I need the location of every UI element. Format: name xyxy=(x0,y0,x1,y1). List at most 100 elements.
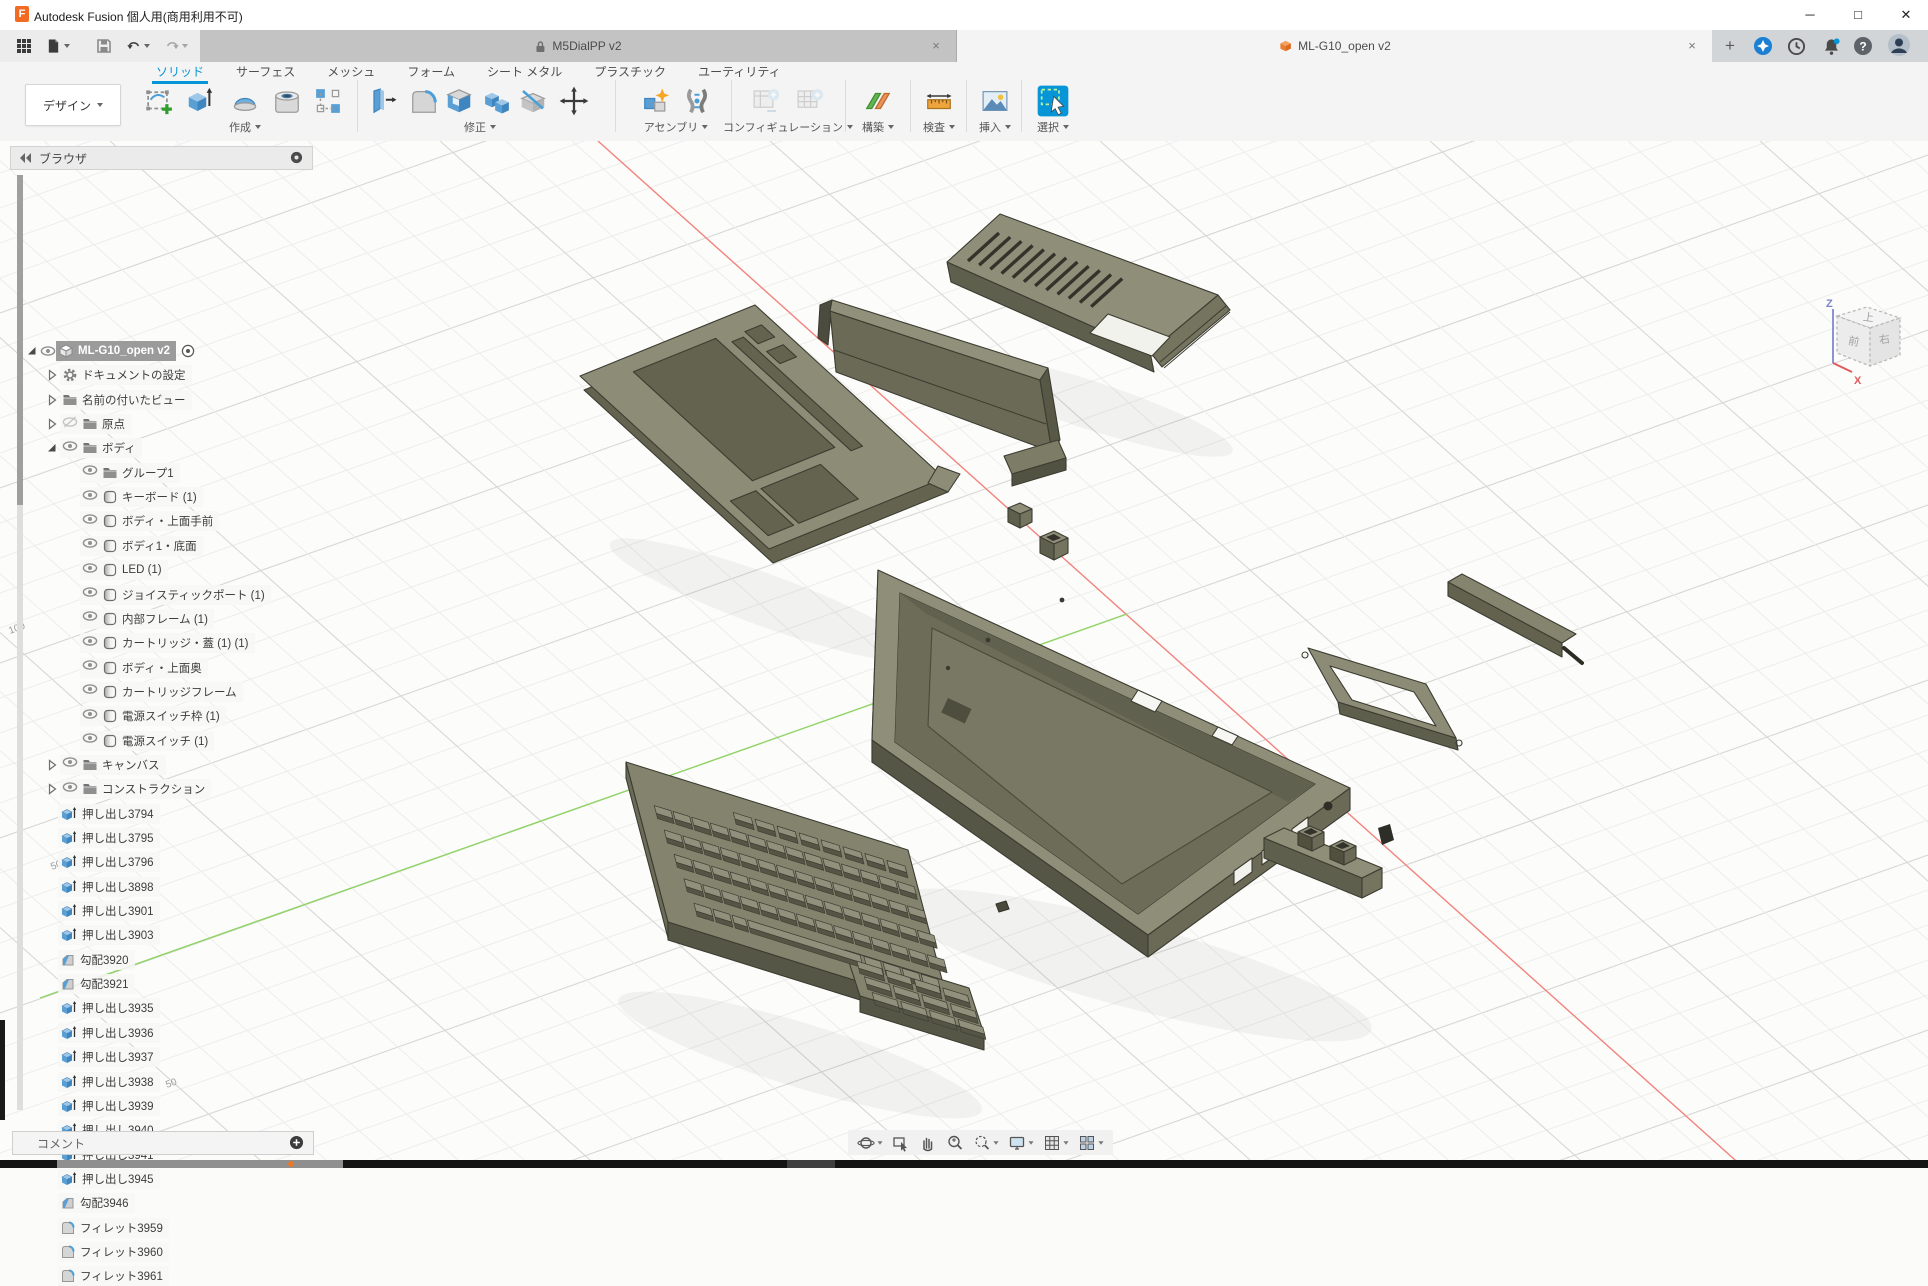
tab-close-button[interactable]: × xyxy=(1684,38,1700,54)
save-button[interactable] xyxy=(92,35,116,57)
tree-row[interactable]: 押し出し3903 xyxy=(58,925,160,945)
model-rear-cover[interactable] xyxy=(947,214,1230,372)
group-dropdown-4[interactable]: 構築 xyxy=(862,119,894,135)
tree-row[interactable]: 押し出し3898 xyxy=(58,877,160,897)
tree-row[interactable]: 押し出し3945 xyxy=(58,1169,160,1189)
display-settings-dot-icon[interactable] xyxy=(290,151,303,164)
new-component-button[interactable] xyxy=(639,84,673,118)
workspace-selector[interactable]: デザイン xyxy=(25,84,121,126)
tree-row[interactable]: ドキュメントの設定 xyxy=(44,365,192,385)
visibility-eye-icon[interactable] xyxy=(82,633,98,654)
extensions-icon[interactable] xyxy=(1750,33,1776,59)
tree-row[interactable]: 押し出し3901 xyxy=(58,901,160,921)
fillet-button[interactable] xyxy=(407,84,441,118)
tree-row[interactable]: 原点 xyxy=(44,414,131,434)
visibility-eye-icon[interactable] xyxy=(82,560,98,581)
revolve-button[interactable] xyxy=(228,84,262,118)
tree-row[interactable]: 押し出し3939 xyxy=(58,1096,160,1116)
tab-close-button[interactable]: × xyxy=(928,38,944,54)
redo-button[interactable] xyxy=(164,35,188,57)
visibility-eye-icon[interactable] xyxy=(62,438,78,459)
visibility-eye-icon[interactable] xyxy=(82,706,98,727)
tree-row[interactable]: ML-G10_open v2 xyxy=(24,341,196,361)
orbit-button[interactable] xyxy=(854,1134,886,1152)
tree-row[interactable]: カートリッジフレーム xyxy=(80,682,243,702)
collapse-panel-icon[interactable] xyxy=(19,152,33,164)
close-button[interactable]: ✕ xyxy=(1884,0,1928,29)
tree-row[interactable]: フィレット3961 xyxy=(58,1266,169,1286)
tree-row[interactable]: 押し出し3794 xyxy=(58,804,160,824)
tree-row[interactable]: フィレット3959 xyxy=(58,1218,169,1238)
tree-row[interactable]: ボディ1・底面 xyxy=(80,536,203,556)
notifications-icon[interactable] xyxy=(1818,33,1844,59)
pattern-button[interactable] xyxy=(311,84,345,118)
model-switch-bar[interactable] xyxy=(1264,826,1382,898)
document-tab-ml-g10-open[interactable]: ML-G10_open v2 × xyxy=(957,30,1712,62)
display-settings-button[interactable] xyxy=(1005,1134,1037,1152)
group-dropdown-1[interactable]: 修正 xyxy=(464,119,496,135)
ribbon-tab-5[interactable]: プラスチック xyxy=(578,62,682,83)
insert-canvas-button[interactable] xyxy=(978,84,1012,118)
visibility-eye-icon[interactable] xyxy=(62,754,78,775)
minimize-button[interactable]: ─ xyxy=(1788,0,1832,29)
select-button[interactable] xyxy=(1036,84,1070,118)
group-dropdown-2[interactable]: アセンブリ xyxy=(644,119,708,135)
visibility-eye-icon[interactable] xyxy=(82,462,98,483)
avatar[interactable] xyxy=(1886,32,1912,58)
tree-row[interactable]: 押し出し3938 xyxy=(58,1072,160,1092)
model-small-block-2[interactable] xyxy=(1040,531,1068,560)
file-button[interactable] xyxy=(46,35,70,57)
tree-row[interactable]: 押し出し3935 xyxy=(58,998,160,1018)
add-comment-icon[interactable] xyxy=(289,1135,304,1150)
tree-row[interactable]: ジョイスティックポート (1) xyxy=(80,585,271,605)
undo-button[interactable] xyxy=(126,35,150,57)
tree-row[interactable]: 押し出し3795 xyxy=(58,828,160,848)
grid-display-button[interactable] xyxy=(1040,1134,1072,1152)
browser-scrollbar-thumb[interactable] xyxy=(17,175,23,505)
expand-arrow[interactable] xyxy=(44,392,58,408)
visibility-eye-icon[interactable] xyxy=(82,608,98,629)
visibility-eye-icon[interactable] xyxy=(62,779,78,800)
app-grid-button[interactable] xyxy=(12,35,36,57)
tree-row[interactable]: ボディ・上面手前 xyxy=(80,511,219,531)
press-pull-button[interactable] xyxy=(367,84,401,118)
configure-features-button[interactable] xyxy=(793,84,827,118)
tree-row[interactable]: 電源スイッチ枠 (1) xyxy=(80,706,226,726)
hole-button[interactable] xyxy=(270,84,304,118)
group-dropdown-6[interactable]: 挿入 xyxy=(979,119,1011,135)
help-icon[interactable]: ? xyxy=(1850,33,1876,59)
expand-arrow[interactable] xyxy=(44,367,58,383)
comment-bar[interactable]: コメント xyxy=(12,1131,314,1155)
group-dropdown-3[interactable]: コンフィギュレーション xyxy=(723,119,853,135)
pan-button[interactable] xyxy=(916,1134,940,1152)
tree-row[interactable]: グループ1 xyxy=(80,463,180,483)
tree-row[interactable]: 押し出し3796 xyxy=(58,852,160,872)
tree-row[interactable]: 勾配3921 xyxy=(58,974,135,994)
extrude-button[interactable] xyxy=(183,84,217,118)
move-copy-button[interactable] xyxy=(557,84,591,118)
split-body-button[interactable] xyxy=(516,84,550,118)
activate-radio-icon[interactable] xyxy=(180,343,194,359)
visibility-eye-icon[interactable] xyxy=(82,535,98,556)
tree-row[interactable]: カートリッジ・蓋 (1) (1) xyxy=(80,633,255,653)
canvas-viewport[interactable]: 100 50 50 xyxy=(0,141,1928,1160)
visibility-eye-icon[interactable] xyxy=(82,730,98,751)
tree-row[interactable]: キャンバス xyxy=(44,755,166,775)
tree-row[interactable]: 電源スイッチ (1) xyxy=(80,731,214,751)
joint-button[interactable] xyxy=(680,84,714,118)
document-tab-m5dialpp[interactable]: M5DialPP v2 × xyxy=(200,30,957,62)
visibility-eye-icon[interactable] xyxy=(82,657,98,678)
combine-button[interactable] xyxy=(480,84,514,118)
visibility-eye-icon[interactable] xyxy=(82,487,98,508)
tree-row[interactable]: 内部フレーム (1) xyxy=(80,609,214,629)
fit-button[interactable] xyxy=(970,1134,1002,1152)
model-small-block-1[interactable] xyxy=(1008,503,1032,528)
tree-row[interactable]: LED (1) xyxy=(80,560,168,580)
visibility-eye-icon[interactable] xyxy=(82,681,98,702)
view-cube[interactable]: Z X 上 前 右 xyxy=(1790,289,1928,404)
expand-arrow[interactable] xyxy=(24,343,38,359)
visibility-eye-icon[interactable] xyxy=(40,343,54,359)
expand-arrow[interactable] xyxy=(44,757,58,773)
viewports-button[interactable] xyxy=(1075,1134,1107,1152)
shell-button[interactable] xyxy=(442,84,476,118)
